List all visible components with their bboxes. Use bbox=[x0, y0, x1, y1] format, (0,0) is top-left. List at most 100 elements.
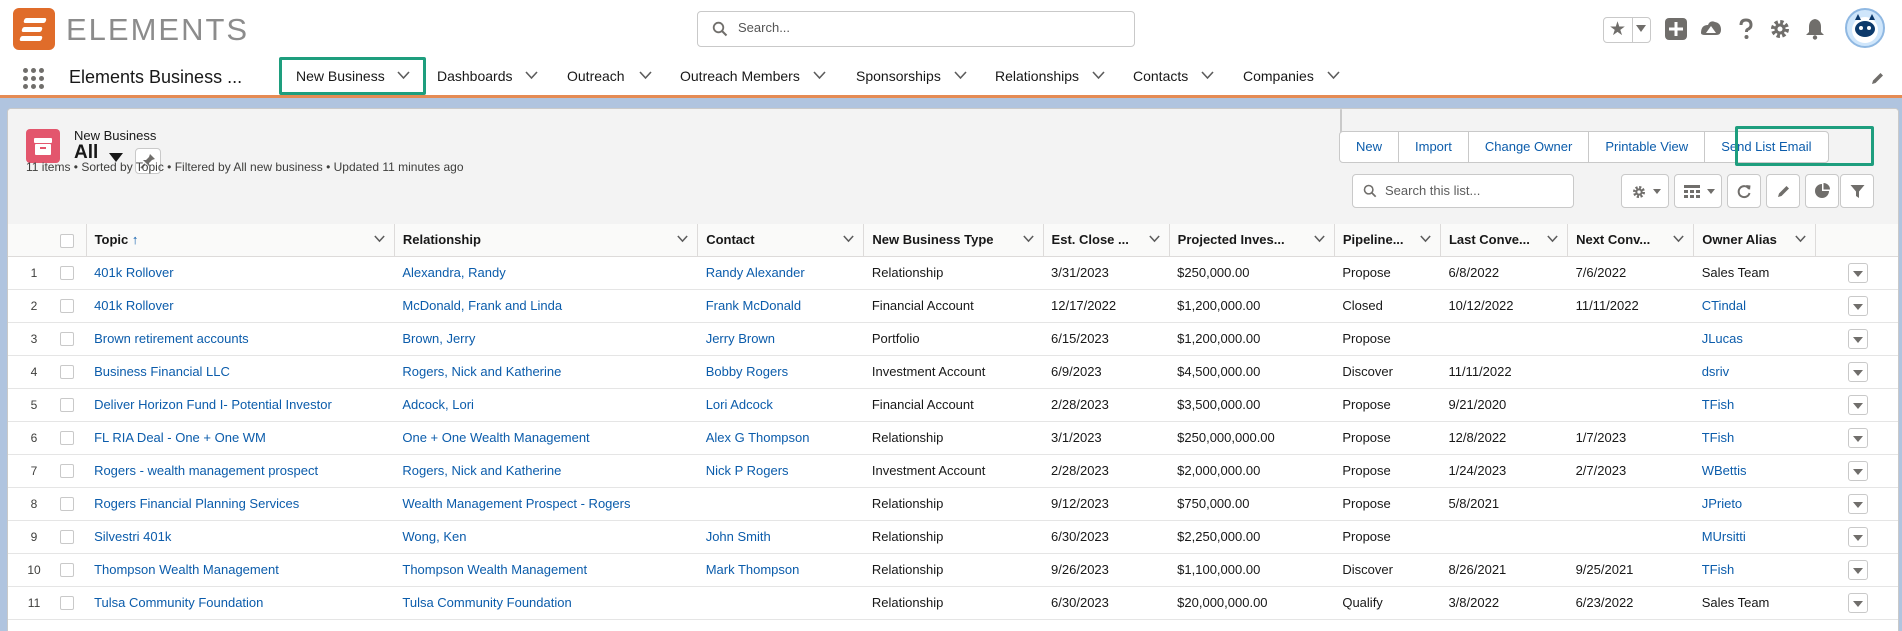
trailhead-icon[interactable] bbox=[1699, 17, 1723, 41]
relationship-cell-text[interactable]: Rogers, Nick and Katherine bbox=[402, 364, 561, 379]
relationship-cell[interactable]: Thompson Wealth Management bbox=[394, 553, 698, 587]
tab-outreach-members[interactable]: Outreach Members bbox=[680, 58, 830, 95]
contact-cell[interactable]: John Smith bbox=[697, 520, 864, 554]
owner-cell[interactable]: dsriv bbox=[1693, 355, 1816, 389]
contact-cell[interactable]: Alex G Thompson bbox=[697, 421, 864, 455]
topic-cell[interactable]: Deliver Horizon Fund I- Potential Invest… bbox=[86, 388, 395, 422]
chevron-down-icon[interactable] bbox=[1795, 235, 1807, 243]
relationship-cell[interactable]: Rogers, Nick and Katherine bbox=[394, 454, 698, 488]
column-header-pipeline[interactable]: Pipeline... bbox=[1334, 224, 1441, 257]
row-checkbox-cell[interactable] bbox=[60, 421, 87, 455]
contact-cell-text[interactable]: Nick P Rogers bbox=[706, 463, 789, 478]
relationship-cell-text[interactable]: Alexandra, Randy bbox=[402, 265, 505, 280]
column-header-relationship[interactable]: Relationship bbox=[394, 224, 699, 257]
topic-cell[interactable]: 401k Rollover bbox=[86, 256, 395, 290]
topic-cell-text[interactable]: Rogers - wealth management prospect bbox=[94, 463, 318, 478]
chevron-down-icon[interactable] bbox=[677, 235, 688, 243]
gear-icon[interactable] bbox=[1768, 17, 1792, 41]
topic-cell-text[interactable]: Thompson Wealth Management bbox=[94, 562, 279, 577]
owner-cell[interactable]: TFish bbox=[1693, 421, 1816, 455]
relationship-cell-text[interactable]: One + One Wealth Management bbox=[402, 430, 589, 445]
owner-cell-text[interactable]: CTindal bbox=[1702, 298, 1746, 313]
column-header-contact[interactable]: Contact bbox=[697, 224, 865, 257]
contact-cell-text[interactable]: Randy Alexander bbox=[706, 265, 805, 280]
help-icon[interactable] bbox=[1734, 17, 1758, 41]
chevron-down-icon[interactable] bbox=[1636, 25, 1646, 32]
chevron-down-icon[interactable] bbox=[813, 71, 826, 80]
relationship-cell-text[interactable]: Rogers, Nick and Katherine bbox=[402, 463, 561, 478]
pencil-icon[interactable] bbox=[1870, 71, 1885, 86]
row-action-menu-button[interactable] bbox=[1847, 361, 1868, 382]
column-header-est-close[interactable]: Est. Close ... bbox=[1043, 224, 1170, 257]
topic-cell-text[interactable]: Rogers Financial Planning Services bbox=[94, 496, 299, 511]
owner-cell[interactable]: CTindal bbox=[1693, 289, 1816, 323]
edit-list-button[interactable] bbox=[1766, 174, 1800, 208]
select-all-checkbox-cell[interactable] bbox=[60, 224, 87, 257]
row-checkbox[interactable] bbox=[60, 299, 75, 314]
contact-cell-text[interactable]: Lori Adcock bbox=[706, 397, 773, 412]
row-checkbox-cell[interactable] bbox=[60, 520, 87, 554]
relationship-cell-text[interactable]: Wong, Ken bbox=[402, 529, 466, 544]
topic-cell-text[interactable]: 401k Rollover bbox=[94, 265, 174, 280]
chevron-down-icon[interactable] bbox=[639, 71, 652, 80]
list-settings-button[interactable] bbox=[1621, 174, 1669, 208]
tab-dashboards[interactable]: Dashboards bbox=[437, 58, 547, 95]
topic-cell[interactable]: 401k Rollover bbox=[86, 289, 395, 323]
tab-contacts[interactable]: Contacts bbox=[1133, 58, 1228, 95]
row-action-menu-button[interactable] bbox=[1847, 559, 1868, 580]
owner-cell-text[interactable]: dsriv bbox=[1702, 364, 1729, 379]
owner-cell[interactable]: TFish bbox=[1693, 388, 1816, 422]
column-header-projected-investment[interactable]: Projected Inves... bbox=[1169, 224, 1335, 257]
topic-cell[interactable]: Tulsa Community Foundation bbox=[86, 586, 395, 620]
row-action-cell[interactable] bbox=[1815, 421, 1898, 455]
chevron-down-icon[interactable] bbox=[1092, 71, 1105, 80]
contact-cell[interactable]: Jerry Brown bbox=[697, 322, 864, 356]
topic-cell[interactable]: Thompson Wealth Management bbox=[86, 553, 395, 587]
topic-cell[interactable]: Business Financial LLC bbox=[86, 355, 395, 389]
topic-cell-text[interactable]: Silvestri 401k bbox=[94, 529, 171, 544]
relationship-cell-text[interactable]: Thompson Wealth Management bbox=[402, 562, 587, 577]
row-checkbox[interactable] bbox=[60, 497, 75, 512]
row-checkbox-cell[interactable] bbox=[60, 322, 87, 356]
owner-cell[interactable]: JPrieto bbox=[1693, 487, 1816, 521]
change-owner-button[interactable]: Change Owner bbox=[1469, 132, 1590, 162]
row-action-cell[interactable] bbox=[1815, 586, 1898, 620]
contact-cell-text[interactable]: Mark Thompson bbox=[706, 562, 800, 577]
row-action-cell[interactable] bbox=[1815, 256, 1898, 290]
contact-cell[interactable] bbox=[697, 586, 864, 620]
row-action-cell[interactable] bbox=[1815, 322, 1898, 356]
column-header-owner-alias[interactable]: Owner Alias bbox=[1693, 224, 1817, 257]
owner-cell[interactable]: JLucas bbox=[1693, 322, 1816, 356]
row-action-menu-button[interactable] bbox=[1847, 295, 1868, 316]
bell-icon[interactable] bbox=[1803, 17, 1827, 41]
relationship-cell[interactable]: Tulsa Community Foundation bbox=[394, 586, 698, 620]
owner-cell-text[interactable]: TFish bbox=[1702, 562, 1735, 577]
contact-cell[interactable] bbox=[697, 487, 864, 521]
row-action-cell[interactable] bbox=[1815, 454, 1898, 488]
user-avatar[interactable] bbox=[1845, 8, 1885, 48]
contact-cell[interactable]: Nick P Rogers bbox=[697, 454, 864, 488]
contact-cell[interactable]: Frank McDonald bbox=[697, 289, 864, 323]
row-action-menu-button[interactable] bbox=[1847, 328, 1868, 349]
topic-cell[interactable]: Rogers Financial Planning Services bbox=[86, 487, 395, 521]
topic-cell-text[interactable]: 401k Rollover bbox=[94, 298, 174, 313]
owner-cell-text[interactable]: MUrsitti bbox=[1702, 529, 1746, 544]
row-checkbox-cell[interactable] bbox=[60, 256, 87, 290]
favorites-button[interactable]: ★ bbox=[1603, 17, 1651, 43]
chevron-down-icon[interactable] bbox=[374, 235, 385, 243]
charts-button[interactable] bbox=[1805, 174, 1839, 208]
row-action-menu-button[interactable] bbox=[1847, 460, 1868, 481]
import-button[interactable]: Import bbox=[1399, 132, 1469, 162]
row-action-cell[interactable] bbox=[1815, 553, 1898, 587]
row-action-cell[interactable] bbox=[1815, 388, 1898, 422]
row-checkbox[interactable] bbox=[60, 332, 75, 347]
contact-cell[interactable]: Lori Adcock bbox=[697, 388, 864, 422]
column-header-new-business-type[interactable]: New Business Type bbox=[863, 224, 1044, 257]
row-action-menu-button[interactable] bbox=[1847, 493, 1868, 514]
topic-cell[interactable]: Rogers - wealth management prospect bbox=[86, 454, 395, 488]
contact-cell-text[interactable]: Jerry Brown bbox=[706, 331, 775, 346]
chevron-down-icon[interactable] bbox=[1148, 235, 1160, 243]
topic-cell[interactable]: Silvestri 401k bbox=[86, 520, 395, 554]
owner-cell[interactable]: TFish bbox=[1693, 553, 1816, 587]
contact-cell-text[interactable]: John Smith bbox=[706, 529, 771, 544]
